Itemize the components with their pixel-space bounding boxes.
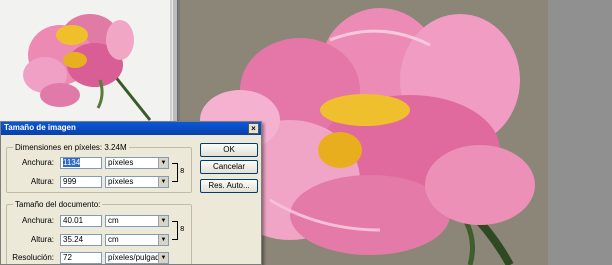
resolution-label: Resolución: xyxy=(12,253,54,262)
chevron-down-icon: ▼ xyxy=(158,253,168,263)
pixel-width-input[interactable]: 1134 xyxy=(60,157,102,169)
pixel-dimensions-legend: Dimensiones en píxeles: 3.24M xyxy=(13,143,129,152)
cancel-button[interactable]: Cancelar xyxy=(200,160,258,174)
pixel-height-value: 999 xyxy=(63,177,77,186)
doc-height-input[interactable]: 35.24 xyxy=(60,234,102,246)
dialog-title: Tamaño de imagen xyxy=(4,123,76,132)
doc-height-unit-value: cm xyxy=(108,235,119,244)
doc-width-unit-value: cm xyxy=(108,216,119,225)
chain-link-icon: 8 xyxy=(180,167,185,175)
resolution-input[interactable]: 72 xyxy=(60,252,102,264)
peony-thumbnail-image xyxy=(0,0,170,124)
chevron-down-icon: ▼ xyxy=(158,216,168,226)
doc-width-unit-select[interactable]: cm ▼ xyxy=(105,215,169,227)
pixel-height-unit-value: píxeles xyxy=(108,177,134,186)
ok-button[interactable]: OK xyxy=(200,143,258,157)
chain-link-icon: 8 xyxy=(180,225,185,233)
chevron-down-icon: ▼ xyxy=(158,235,168,245)
image-size-dialog: Tamaño de imagen × Dimensiones en píxele… xyxy=(0,121,262,265)
resolution-unit-value: píxeles/pulgada xyxy=(108,253,165,262)
pixel-width-value: 1134 xyxy=(63,158,81,167)
dialog-titlebar[interactable]: Tamaño de imagen × xyxy=(1,122,261,135)
pixel-width-label: Anchura: xyxy=(21,158,54,167)
chevron-down-icon: ▼ xyxy=(158,177,168,187)
doc-height-value: 35.24 xyxy=(63,235,84,244)
document-size-legend: Tamaño del documento: xyxy=(13,200,103,209)
pixel-height-label: Altura: xyxy=(30,177,54,186)
preview-document-window[interactable] xyxy=(0,0,172,124)
doc-height-label: Altura: xyxy=(30,235,54,244)
workspace-background-strip xyxy=(548,0,612,265)
doc-width-input[interactable]: 40.01 xyxy=(60,215,102,227)
auto-resolution-button[interactable]: Res. Auto... xyxy=(200,179,258,193)
pixel-link-bracket xyxy=(172,163,178,182)
pixel-height-input[interactable]: 999 xyxy=(60,176,102,188)
resolution-value: 72 xyxy=(63,253,72,262)
pixel-width-unit-value: píxeles xyxy=(108,158,134,167)
doc-height-unit-select[interactable]: cm ▼ xyxy=(105,234,169,246)
chevron-down-icon: ▼ xyxy=(158,158,168,168)
doc-width-value: 40.01 xyxy=(63,216,84,225)
resolution-unit-select[interactable]: píxeles/pulgada ▼ xyxy=(105,252,169,264)
doc-width-label: Anchura: xyxy=(21,216,54,225)
pixel-height-unit-select[interactable]: píxeles ▼ xyxy=(105,176,169,188)
close-icon[interactable]: × xyxy=(248,123,259,134)
pixel-width-unit-select[interactable]: píxeles ▼ xyxy=(105,157,169,169)
doc-link-bracket xyxy=(172,221,178,240)
